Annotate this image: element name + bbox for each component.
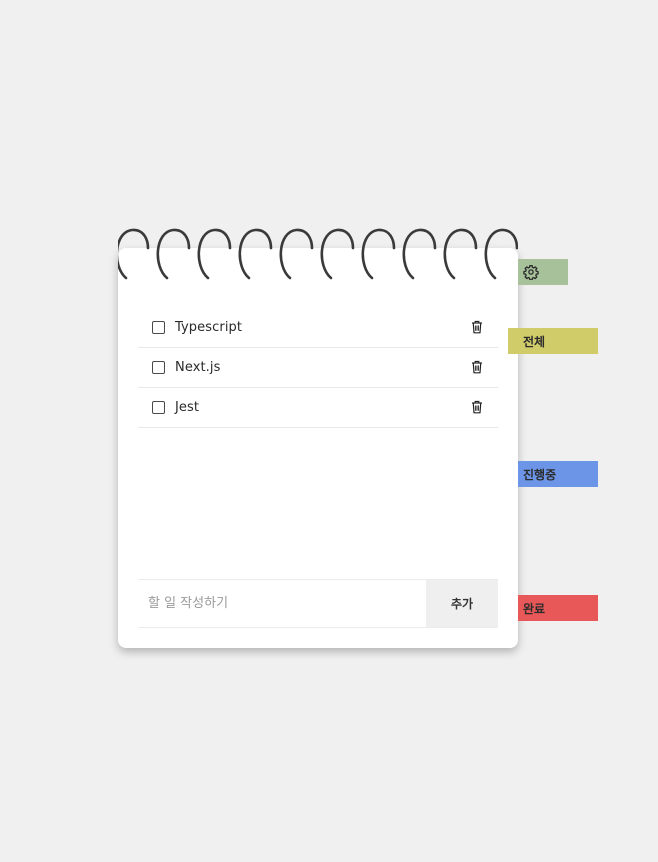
todo-checkbox[interactable] xyxy=(152,361,165,374)
trash-icon[interactable] xyxy=(471,360,483,374)
tab-settings[interactable] xyxy=(518,259,568,285)
notebook-card: Typescript Next.js Jest 할 일 작성하기 추가 xyxy=(118,248,518,648)
tab-in-progress-label: 진행중 xyxy=(523,467,557,482)
trash-icon[interactable] xyxy=(471,400,483,414)
todo-text: Typescript xyxy=(175,320,243,335)
todo-checkbox[interactable] xyxy=(152,321,165,334)
todo-item: Next.js xyxy=(138,348,498,388)
tab-done[interactable]: 완료 xyxy=(518,595,598,621)
todo-item: Typescript xyxy=(138,308,498,348)
gear-icon xyxy=(523,265,539,280)
todo-text: Jest xyxy=(175,400,200,415)
tab-in-progress[interactable]: 진행중 xyxy=(518,461,598,487)
todo-text: Next.js xyxy=(175,360,221,375)
todo-input[interactable] xyxy=(138,580,426,627)
todo-input-row: 추가 xyxy=(138,579,498,628)
add-button[interactable]: 추가 xyxy=(426,580,498,627)
todo-item: Jest xyxy=(138,388,498,428)
trash-icon[interactable] xyxy=(471,320,483,334)
tab-all-label: 전체 xyxy=(523,334,546,349)
todo-list: Typescript Next.js Jest xyxy=(138,308,498,428)
tab-all[interactable]: 전체 xyxy=(508,328,598,354)
tab-done-label: 완료 xyxy=(523,601,546,616)
todo-checkbox[interactable] xyxy=(152,401,165,414)
